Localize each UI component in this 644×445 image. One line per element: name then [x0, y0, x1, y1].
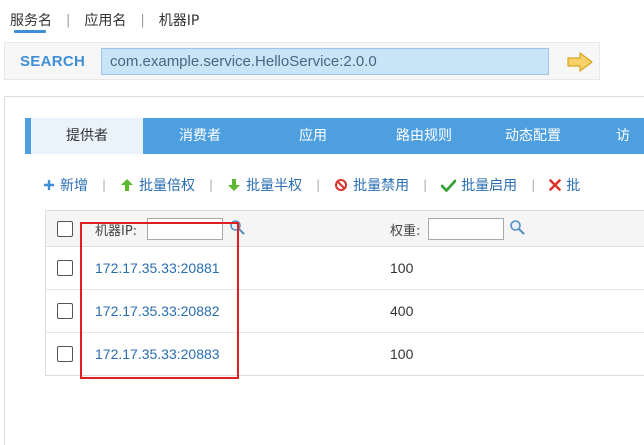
search-icon[interactable]: [509, 219, 525, 235]
toolbar: 新增 | 批量倍权 | 批量半权 | 批量禁用 | 批量启用 | 批: [43, 175, 580, 195]
arrow-right-icon[interactable]: [567, 52, 593, 72]
batch-enable-button[interactable]: 批量启用: [441, 175, 517, 195]
close-icon: [549, 179, 562, 191]
search-type-tabs: 服务名 | 应用名 | 机器IP: [10, 9, 200, 33]
batch-half-weight-button[interactable]: 批量半权: [227, 175, 302, 195]
provider-weight: 100: [390, 346, 414, 362]
toolbar-separator: |: [316, 178, 321, 192]
batch-disable-button[interactable]: 批量禁用: [334, 175, 409, 195]
row-checkbox[interactable]: [57, 303, 73, 319]
providers-table: 机器IP: 权重: 172.17.35.33:20881 100 172.17.…: [45, 210, 644, 376]
column-header-weight: 权重:: [390, 224, 421, 239]
nav-tabs: 提供者 消费者 应用 路由规则 动态配置 访: [25, 118, 644, 154]
provider-address-link[interactable]: 172.17.35.33:20882: [95, 303, 220, 319]
batch-half-weight-label: 批量半权: [246, 178, 303, 194]
search-input[interactable]: [101, 48, 549, 75]
batch-double-weight-label: 批量倍权: [139, 178, 196, 194]
check-icon: [441, 179, 457, 192]
tab-separator: |: [140, 12, 145, 28]
select-all-checkbox[interactable]: [57, 221, 73, 237]
toolbar-separator: |: [102, 178, 107, 192]
search-icon[interactable]: [229, 219, 245, 235]
disable-icon: [335, 179, 348, 191]
arrow-up-icon: [121, 179, 134, 191]
main-panel: 提供者 消费者 应用 路由规则 动态配置 访 新增 | 批量倍权 | 批量半权 …: [4, 96, 644, 445]
table-header: 机器IP: 权重:: [46, 211, 644, 247]
tab-access-control[interactable]: 访: [587, 118, 644, 154]
toolbar-separator: |: [423, 178, 428, 192]
toolbar-separator: |: [209, 178, 214, 192]
tab-separator: |: [66, 12, 71, 28]
batch-delete-label: 批: [566, 178, 581, 194]
weight-filter-input[interactable]: [428, 218, 504, 240]
search-bar: SEARCH: [4, 42, 600, 80]
batch-enable-label: 批量启用: [461, 178, 518, 194]
add-button-label: 新增: [60, 178, 88, 194]
ip-filter-input[interactable]: [147, 218, 223, 240]
batch-double-weight-button[interactable]: 批量倍权: [120, 175, 195, 195]
column-header-ip: 机器IP:: [95, 224, 138, 239]
plus-icon: [44, 180, 54, 190]
arrow-down-icon: [228, 179, 241, 191]
search-tab-app-name[interactable]: 应用名: [84, 10, 126, 30]
tab-providers[interactable]: 提供者: [25, 118, 143, 154]
batch-delete-button[interactable]: 批: [549, 175, 580, 195]
search-tab-machine-ip[interactable]: 机器IP: [159, 10, 200, 30]
add-button[interactable]: 新增: [43, 175, 88, 195]
provider-weight: 400: [390, 303, 414, 319]
provider-address-link[interactable]: 172.17.35.33:20883: [95, 346, 220, 362]
toolbar-separator: |: [531, 178, 536, 192]
search-tab-service-name[interactable]: 服务名: [10, 10, 52, 33]
search-label: SEARCH: [20, 53, 86, 70]
tab-dynamic-config[interactable]: 动态配置: [479, 118, 587, 154]
provider-weight: 100: [390, 260, 414, 276]
row-checkbox[interactable]: [57, 260, 73, 276]
batch-disable-label: 批量禁用: [353, 178, 410, 194]
provider-address-link[interactable]: 172.17.35.33:20881: [95, 260, 220, 276]
row-checkbox[interactable]: [57, 346, 73, 362]
tab-applications[interactable]: 应用: [257, 118, 369, 154]
table-row: 172.17.35.33:20881 100: [46, 247, 644, 290]
tab-routing-rules[interactable]: 路由规则: [369, 118, 479, 154]
tab-consumers[interactable]: 消费者: [143, 118, 257, 154]
table-row: 172.17.35.33:20883 100: [46, 333, 644, 376]
table-row: 172.17.35.33:20882 400: [46, 290, 644, 333]
